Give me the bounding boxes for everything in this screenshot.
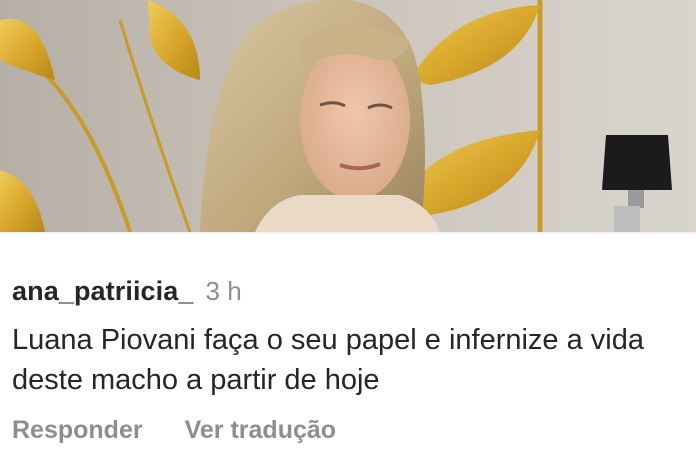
video-frame[interactable] <box>0 0 696 232</box>
video-still-image <box>0 0 696 232</box>
comment: ana_patriicia_ 3 h Luana Piovani faça o … <box>12 276 688 400</box>
comment-text: Luana Piovani faça o seu papel e inferni… <box>12 324 644 396</box>
comment-timestamp: 3 h <box>205 276 242 306</box>
lamp-shade <box>602 135 672 190</box>
person-face <box>300 40 410 200</box>
instagram-comment-screen: ana_patriicia_ 3 h Luana Piovani faça o … <box>0 0 696 464</box>
see-translation-button[interactable]: Ver tradução <box>185 416 336 445</box>
lamp-base <box>628 190 644 208</box>
comment-username[interactable]: ana_patriicia_ <box>12 276 194 307</box>
reply-button[interactable]: Responder <box>12 416 143 445</box>
comment-header: ana_patriicia_ 3 h <box>12 276 688 316</box>
comment-actions: Responder Ver tradução <box>12 416 336 445</box>
frame-divider <box>0 232 696 234</box>
